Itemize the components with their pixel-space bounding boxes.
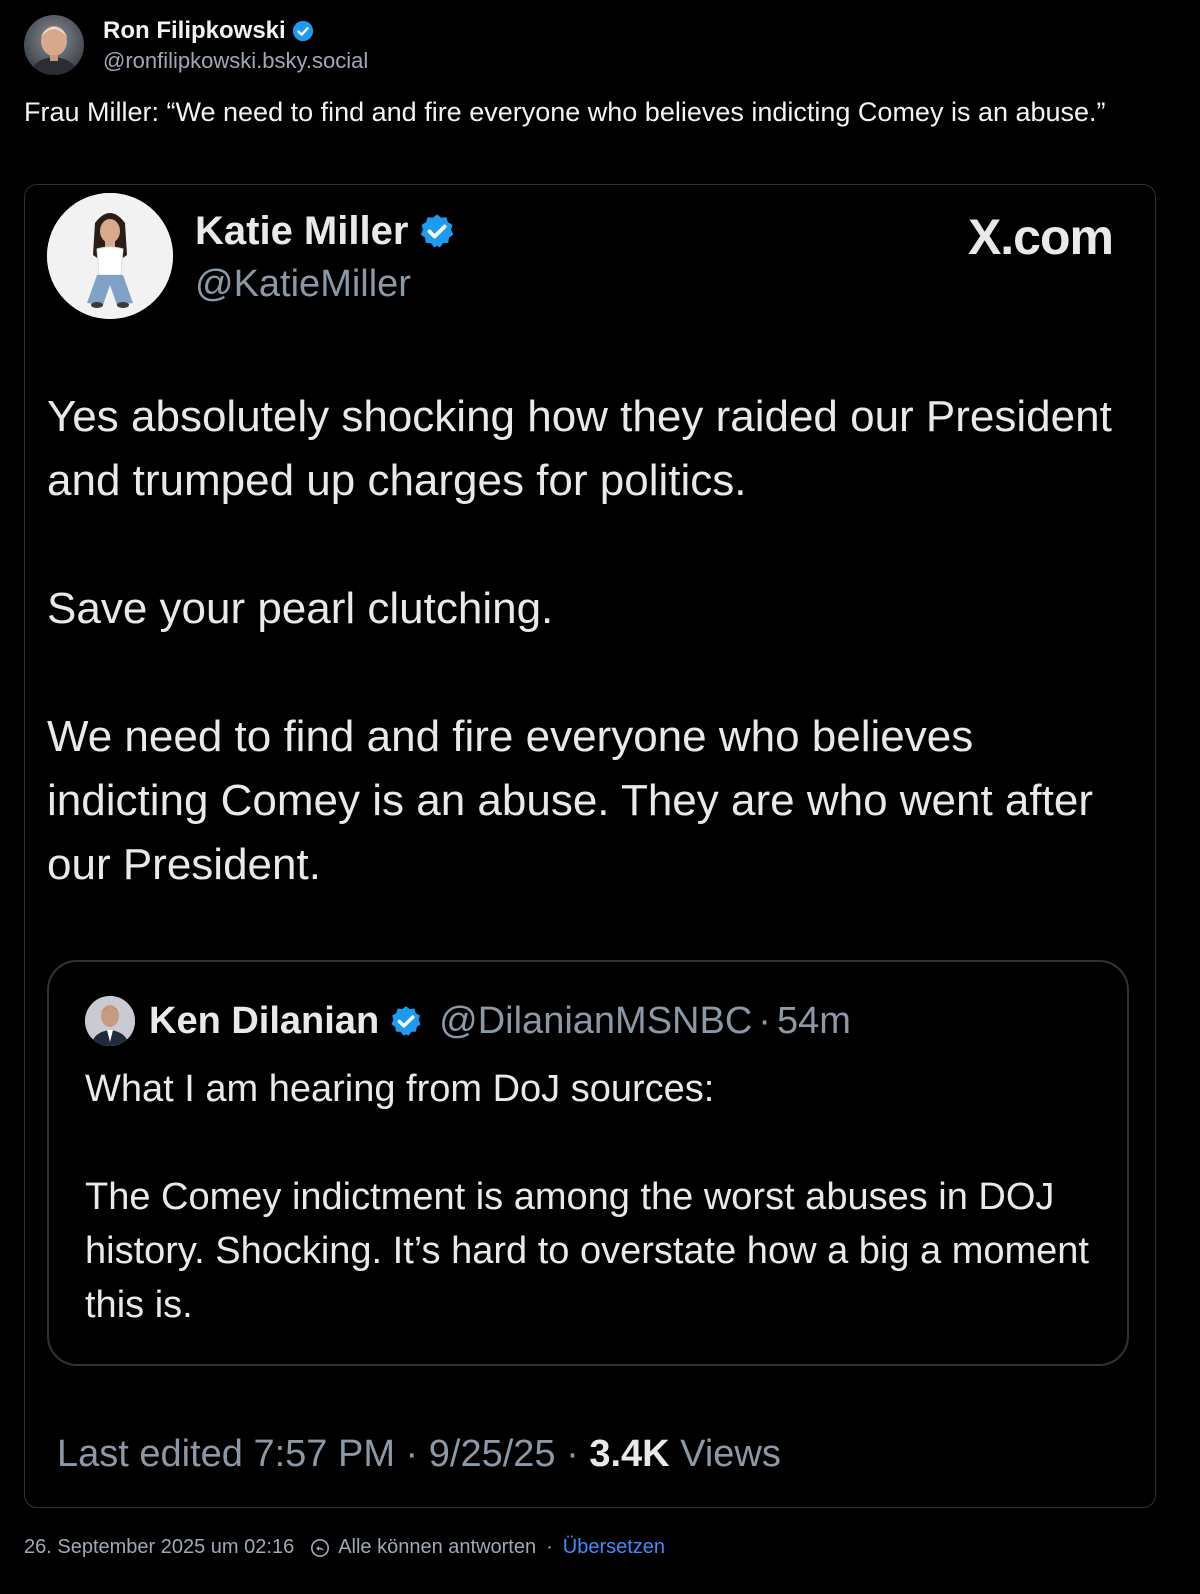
embedded-paragraph: Save your pearl clutching. [47,584,554,633]
quoted-author-avatar [85,996,135,1046]
verified-badge-icon [292,20,313,41]
quoted-author-handle: @DilanianMSNBC [439,999,753,1042]
footer-separator: · [546,1536,553,1558]
embedded-tweet-body: Yes absolutely shocking how they raided … [47,385,1127,897]
reply-setting[interactable]: Alle können antworten [338,1536,536,1559]
embedded-paragraph: Yes absolutely shocking how they raided … [47,392,1112,505]
quoted-paragraph: The Comey indictment is among the worst … [85,1176,1089,1326]
x-brand-logo: X.com [967,209,1114,265]
translate-link[interactable]: Übersetzen [563,1536,665,1559]
quoted-tweet-header: Ken Dilanian @DilanianMSNBC · 54m [85,996,851,1046]
views-count: 3.4K [589,1433,670,1475]
quoted-separator: · [758,999,771,1042]
embedded-author-name-row: Katie Miller [195,207,456,255]
views-label: Views [669,1433,781,1475]
quoted-paragraph: What I am hearing from DoJ sources: [85,1068,715,1110]
edited-timestamp: Last edited 7:57 PM · 9/25/25 [57,1433,556,1475]
embedded-author-avatar [47,193,173,319]
embedded-image[interactable]: Katie Miller @KatieMiller X.com Yes abso… [24,184,1156,1508]
meta-separator: · [555,1433,590,1475]
embedded-author-name: Katie Miller [195,209,409,253]
post-timestamp: 26. September 2025 um 02:16 [24,1536,295,1558]
post-footer: 26. September 2025 um 02:16 Alle können … [24,1536,665,1559]
embedded-paragraph: We need to find and fire everyone who be… [47,712,1093,889]
author-avatar[interactable] [24,15,84,75]
author-name-row: Ron Filipkowski [103,16,368,46]
verified-badge-icon [421,214,454,248]
quoted-tweet-body: What I am hearing from DoJ sources: The … [85,1062,1095,1332]
author-block: Ron Filipkowski @ronfilipkowski.bsky.soc… [103,16,368,75]
post-header: Ron Filipkowski @ronfilipkowski.bsky.soc… [24,14,368,76]
quoted-tweet-card: Ken Dilanian @DilanianMSNBC · 54m What I… [47,960,1129,1366]
author-handle[interactable]: @ronfilipkowski.bsky.social [103,47,368,75]
embedded-author-handle: @KatieMiller [195,263,411,305]
reply-settings-icon [311,1538,330,1557]
embedded-tweet-meta: Last edited 7:57 PM · 9/25/25 · 3.4K Vie… [57,1433,781,1476]
quoted-author-name: Ken Dilanian [149,999,380,1042]
quoted-time: 54m [776,999,851,1042]
verified-badge-icon [391,1006,421,1036]
post-text: Frau Miller: “We need to find and fire e… [24,97,1106,127]
author-name[interactable]: Ron Filipkowski [103,16,286,46]
